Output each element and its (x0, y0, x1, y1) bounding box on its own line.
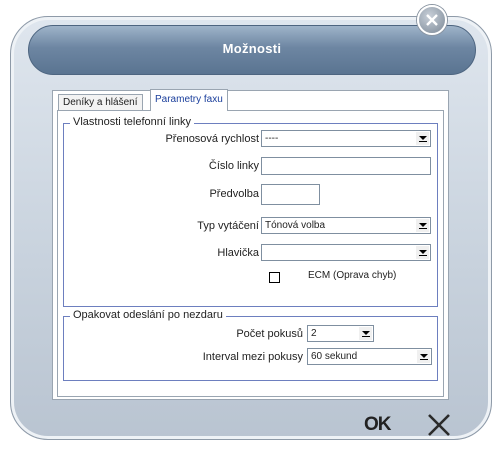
close-x-icon (428, 414, 450, 436)
prefix-label: Předvolba (209, 188, 259, 200)
header-select[interactable] (261, 244, 431, 261)
title-bar: Možnosti (28, 25, 476, 75)
interval-value: 60 sekund (311, 351, 358, 362)
speed-label: Přenosová rychlost (165, 133, 259, 145)
chevron-down-icon[interactable] (416, 219, 429, 232)
speed-select[interactable]: ---- (261, 130, 431, 147)
line-properties-legend: Vlastnosti telefonní linky (70, 116, 195, 128)
dial-type-label: Typ vytáčení (197, 220, 259, 232)
tab-fax-parameters[interactable]: Parametry faxu (150, 89, 228, 111)
line-number-label: Číslo linky (208, 160, 259, 172)
chevron-down-icon[interactable] (359, 327, 372, 340)
chevron-down-icon[interactable] (416, 132, 429, 145)
dial-type-value: Tónová volba (265, 220, 326, 231)
attempts-select[interactable]: 2 (307, 325, 374, 342)
ecm-checkbox[interactable] (269, 272, 280, 283)
retry-legend: Opakovat odeslání po nezdaru (70, 309, 226, 321)
close-circle-icon (426, 14, 438, 26)
header-label: Hlavička (217, 247, 259, 259)
interval-select[interactable]: 60 sekund (307, 348, 432, 365)
ok-button[interactable]: OK (364, 414, 391, 436)
attempts-label: Počet pokusů (236, 328, 303, 340)
window-title: Možnosti (222, 41, 282, 56)
dial-type-select[interactable]: Tónová volba (261, 217, 431, 234)
interval-label: Interval mezi pokusy (202, 351, 303, 363)
chevron-down-icon[interactable] (417, 350, 430, 363)
tab-journals-reports[interactable]: Deníky a hlášení (58, 94, 143, 110)
line-number-input[interactable] (261, 157, 431, 175)
tab-page-fax-parameters: Vlastnosti telefonní linky Přenosová ryc… (57, 110, 444, 397)
options-panel: Deníky a hlášení Parametry faxu Vlastnos… (52, 89, 449, 400)
chevron-down-icon[interactable] (416, 246, 429, 259)
prefix-input[interactable] (261, 184, 320, 205)
cancel-button[interactable] (426, 412, 452, 438)
close-button[interactable] (417, 5, 447, 35)
line-properties-group: Vlastnosti telefonní linky Přenosová ryc… (63, 116, 438, 307)
attempts-value: 2 (311, 328, 317, 339)
ecm-label: ECM (Oprava chyb) (308, 270, 397, 281)
retry-group: Opakovat odeslání po nezdaru Počet pokus… (63, 309, 438, 381)
speed-value: ---- (265, 133, 279, 144)
